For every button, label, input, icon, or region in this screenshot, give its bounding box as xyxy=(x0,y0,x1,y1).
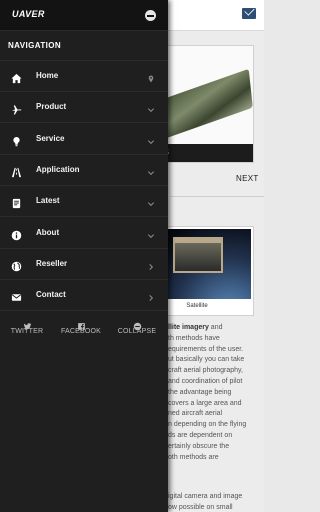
article-line: oth methods are xyxy=(168,453,264,464)
chevron-down-icon[interactable] xyxy=(147,101,155,113)
nav-item-home[interactable]: Home xyxy=(0,61,168,92)
article-line: ertainly obscure the xyxy=(168,442,264,453)
article-line-text: ds are dependent on xyxy=(168,431,233,439)
article-text-2: igital camera and image ow possible on sm… xyxy=(168,492,264,512)
social-label: TWITTER xyxy=(10,328,44,335)
article-line: craft aerial photography, xyxy=(168,366,264,377)
twitter-icon xyxy=(23,318,32,330)
road-icon xyxy=(11,165,22,177)
article-line: n depending on the flying xyxy=(168,420,264,431)
twitter-button[interactable]: TWITTER xyxy=(2,316,52,342)
article-line: ow possible on small xyxy=(168,503,233,511)
article-line-text: th methods have xyxy=(168,334,220,342)
chevron-down-icon[interactable] xyxy=(147,227,155,238)
article-line-text: oth methods are xyxy=(168,453,219,461)
nav-item-label: Latest xyxy=(36,196,60,206)
minus-circle-icon xyxy=(133,318,142,331)
close-drawer-icon[interactable] xyxy=(145,10,156,21)
social-label: FACEBOOK xyxy=(60,328,102,335)
divider xyxy=(170,196,264,197)
social-bar: TWITTER FACEBOOK COLLAPSE xyxy=(0,316,168,342)
facebook-button[interactable]: FACEBOOK xyxy=(56,316,106,342)
article-line-text: the advantage being xyxy=(168,388,232,396)
lightbulb-icon xyxy=(11,134,22,146)
article-line: ds are dependent on xyxy=(168,431,264,442)
article-line: llite imagery and xyxy=(168,323,264,334)
nav-item-label: Home xyxy=(36,71,59,80)
article-line: th methods have xyxy=(168,334,264,345)
nav-item-reseller[interactable]: Reseller xyxy=(0,249,168,280)
article-bold-text: llite imagery xyxy=(168,324,209,331)
article-line: igital camera and image xyxy=(168,493,243,500)
chevron-down-icon[interactable] xyxy=(147,133,155,144)
article-line-text: and coordination of pilot xyxy=(168,377,243,385)
nav-item-label: Application xyxy=(36,164,80,174)
nav-item-contact[interactable]: Contact xyxy=(0,280,168,312)
nav-item-application[interactable]: Application xyxy=(0,155,168,186)
article-line-text: n depending on the flying xyxy=(168,421,247,429)
nav-item-label: Reseller xyxy=(36,258,68,268)
logo[interactable]: UAVER xyxy=(12,9,45,19)
drawer-header: UAVER xyxy=(0,0,168,31)
airplane-icon xyxy=(11,102,22,115)
nav-item-product[interactable]: Product xyxy=(0,92,168,124)
nav-item-label: Contact xyxy=(36,290,66,300)
article-line: equirements of the user. xyxy=(168,345,264,356)
nav-item-label: Service xyxy=(36,133,65,143)
chevron-down-icon[interactable] xyxy=(147,195,155,207)
article-line: ut basically you can take xyxy=(168,355,264,366)
article-line: the advantage being xyxy=(168,388,264,399)
chevron-right-icon[interactable] xyxy=(147,258,155,270)
article-line: and coordination of pilot xyxy=(168,377,264,388)
terrain-map-image xyxy=(159,68,253,140)
nav-item-service[interactable]: Service xyxy=(0,124,168,155)
nav-item-about[interactable]: About xyxy=(0,218,168,249)
article-line-text: craft aerial photography, xyxy=(168,367,243,375)
article-line-text: ertainly obscure the xyxy=(168,442,230,450)
article-line-text: covers a large area and xyxy=(168,399,242,407)
article-line-text: and xyxy=(208,324,223,331)
facebook-icon xyxy=(77,318,86,330)
chevron-right-icon[interactable] xyxy=(147,289,155,302)
collapse-button[interactable]: COLLAPSE xyxy=(112,316,162,342)
home-icon xyxy=(11,71,22,84)
envelope-icon[interactable] xyxy=(242,8,256,19)
next-link[interactable]: NEXT xyxy=(236,174,259,183)
news-icon xyxy=(11,196,22,209)
article-line: ned aircraft aerial xyxy=(168,409,264,420)
nav-item-label: About xyxy=(36,227,60,237)
space-station-image xyxy=(173,237,223,273)
navigation-drawer: UAVER NAVIGATION Home Product Service Appli… xyxy=(0,0,168,512)
article-text: llite imagery and th methods have equireme… xyxy=(168,323,264,463)
article-line-text: equirements of the user. xyxy=(168,345,244,353)
article-line-text: ut basically you can take xyxy=(168,356,245,364)
globe-icon xyxy=(11,259,22,272)
info-icon xyxy=(11,228,22,240)
map-pin-icon[interactable] xyxy=(147,70,155,83)
article-line: covers a large area and xyxy=(168,399,264,410)
envelope-icon xyxy=(11,290,22,301)
nav-heading: NAVIGATION xyxy=(8,41,62,50)
social-label: COLLAPSE xyxy=(117,328,157,335)
nav-item-latest[interactable]: Latest xyxy=(0,186,168,218)
nav-item-label: Product xyxy=(36,102,67,112)
article-line-text: ned aircraft aerial xyxy=(168,410,223,418)
chevron-down-icon[interactable] xyxy=(147,164,155,175)
